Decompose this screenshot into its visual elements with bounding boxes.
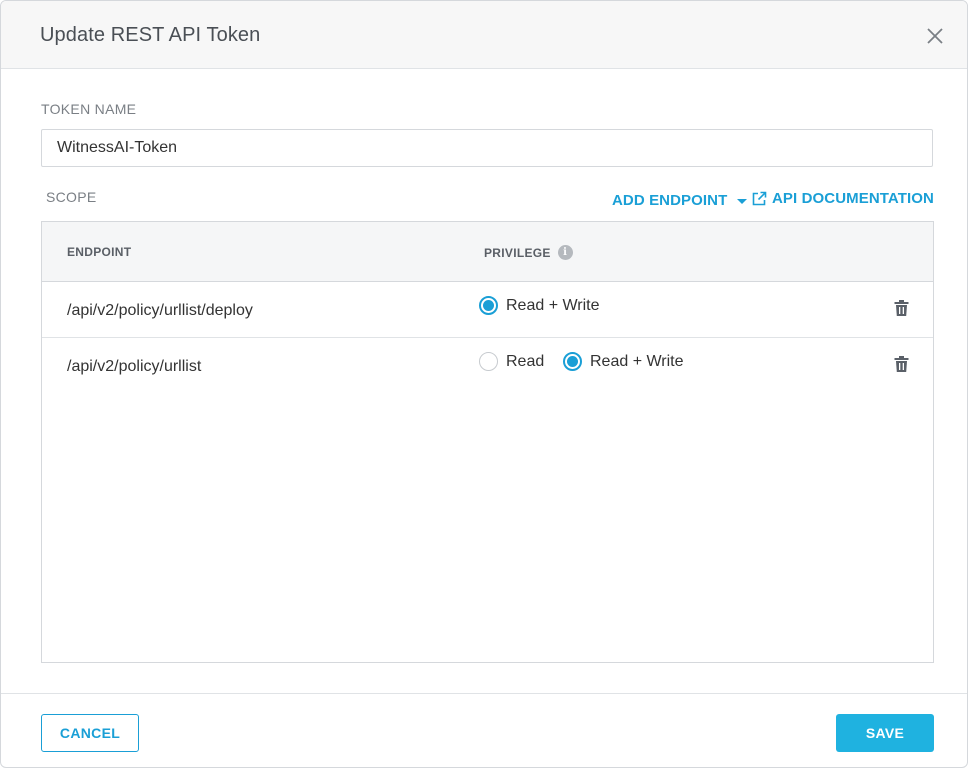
radio-button[interactable]: [479, 352, 498, 371]
dialog-title: Update REST API Token: [40, 24, 261, 46]
privilege-option-read[interactable]: Read: [479, 352, 544, 371]
add-endpoint-label: ADD ENDPOINT: [612, 192, 728, 209]
endpoint-path: /api/v2/policy/urllist: [67, 358, 202, 375]
close-icon: [927, 28, 943, 44]
radio-label: Read + Write: [506, 296, 600, 314]
save-button[interactable]: SAVE: [836, 714, 934, 752]
table-row: /api/v2/policy/urllist Read Read + Write: [42, 338, 933, 394]
delete-row-button[interactable]: [893, 355, 910, 373]
scope-table: ENDPOINT PRIVILEGE i /api/v2/policy/urll…: [41, 221, 934, 663]
privilege-option-read-write[interactable]: Read + Write: [479, 296, 600, 315]
trash-icon: [894, 356, 909, 372]
update-token-dialog: Update REST API Token TOKEN NAME SCOPE A…: [0, 0, 968, 768]
info-icon[interactable]: i: [557, 245, 573, 260]
token-name-label: TOKEN NAME: [41, 101, 137, 117]
footer-divider: [1, 693, 967, 694]
close-button[interactable]: [923, 24, 947, 48]
column-header-privilege: PRIVILEGE i: [484, 245, 573, 260]
column-header-privilege-label: PRIVILEGE: [484, 245, 551, 260]
privilege-option-read-write[interactable]: Read + Write: [563, 352, 684, 371]
radio-button[interactable]: [563, 352, 582, 371]
radio-label: Read + Write: [590, 352, 684, 370]
api-documentation-link[interactable]: API DOCUMENTATION: [751, 190, 934, 207]
cancel-button[interactable]: CANCEL: [41, 714, 139, 752]
column-header-endpoint: ENDPOINT: [67, 245, 132, 259]
api-documentation-label: API DOCUMENTATION: [772, 190, 934, 207]
radio-button[interactable]: [479, 296, 498, 315]
table-row: /api/v2/policy/urllist/deploy Read + Wri…: [42, 282, 933, 338]
trash-icon: [894, 300, 909, 316]
radio-label: Read: [506, 352, 545, 370]
table-header: ENDPOINT PRIVILEGE i: [42, 222, 933, 282]
token-name-input[interactable]: [41, 129, 933, 167]
add-endpoint-dropdown[interactable]: ADD ENDPOINT: [612, 192, 748, 209]
scope-label: SCOPE: [46, 189, 97, 205]
external-link-icon: [752, 191, 767, 205]
delete-row-button[interactable]: [893, 299, 910, 317]
endpoint-path: /api/v2/policy/urllist/deploy: [67, 302, 253, 319]
dialog-header: Update REST API Token: [1, 1, 967, 69]
caret-down-icon: [737, 198, 748, 204]
